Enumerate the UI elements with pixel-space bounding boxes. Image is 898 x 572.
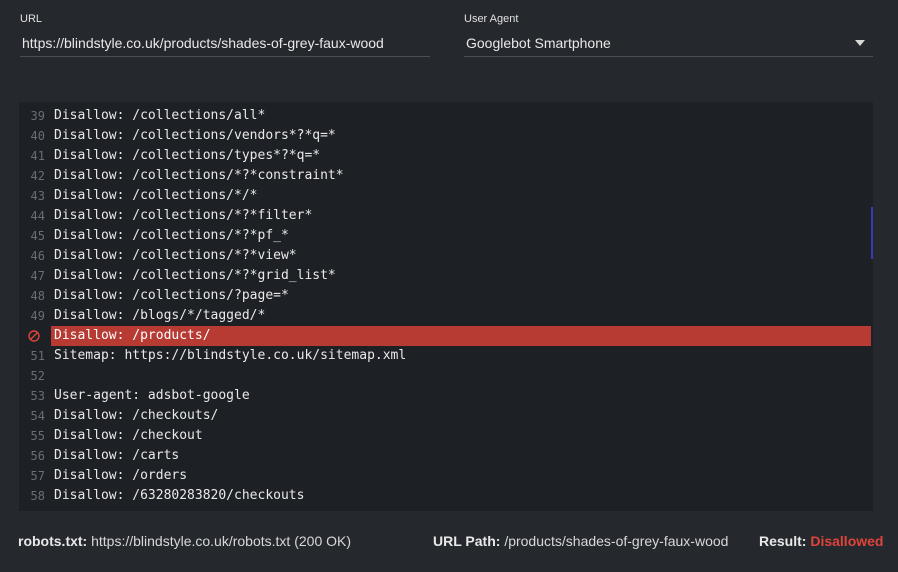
line-number: 52 xyxy=(30,369,45,383)
line-code: Disallow: /products/ xyxy=(54,328,211,343)
line-number: 44 xyxy=(30,209,45,223)
line-code: Disallow: /collections/all* xyxy=(54,108,266,123)
line-number: 56 xyxy=(30,449,45,463)
code-line: 41 Disallow: /collections/types*?*q=* xyxy=(19,146,871,166)
robots-label: robots.txt: xyxy=(18,533,88,549)
line-code: Disallow: /checkouts/ xyxy=(54,408,219,423)
line-number: 42 xyxy=(30,169,45,183)
line-code: Disallow: /collections/?page=* xyxy=(54,288,289,303)
code-line: 48 Disallow: /collections/?page=* xyxy=(19,286,871,306)
line-number: 43 xyxy=(30,189,45,203)
editor-scrollbar-thumb[interactable] xyxy=(871,207,873,259)
line-number: 55 xyxy=(30,429,45,443)
code-line: 58 Disallow: /63280283820/checkouts xyxy=(19,486,871,506)
code-line: 39 Disallow: /collections/all* xyxy=(19,106,871,126)
user-agent-label: User Agent xyxy=(464,13,519,25)
line-number: 39 xyxy=(30,109,45,123)
url-label: URL xyxy=(20,13,43,25)
url-path-status: URL Path: /products/shades-of-grey-faux-… xyxy=(433,533,728,549)
line-number: 41 xyxy=(30,149,45,163)
line-number: 47 xyxy=(30,269,45,283)
line-number: 48 xyxy=(30,289,45,303)
code-line: 52 xyxy=(19,366,871,386)
line-number: 57 xyxy=(30,469,45,483)
line-number: 51 xyxy=(30,349,45,363)
code-line: 46 Disallow: /collections/*?*view* xyxy=(19,246,871,266)
code-line: 45 Disallow: /collections/*?*pf_* xyxy=(19,226,871,246)
blocked-circle-icon xyxy=(28,330,40,342)
line-number: 54 xyxy=(30,409,45,423)
line-number: 45 xyxy=(30,229,45,243)
line-code: Disallow: /collections/*?*view* xyxy=(54,248,297,263)
code-line: 54 Disallow: /checkouts/ xyxy=(19,406,871,426)
line-code: Disallow: /collections/*?*pf_* xyxy=(54,228,289,243)
code-line: 51 Sitemap: https://blindstyle.co.uk/site… xyxy=(19,346,871,366)
line-number: 58 xyxy=(30,489,45,503)
code-line-blocked: Disallow: /products/ xyxy=(19,326,871,346)
line-code: Disallow: /collections/*/* xyxy=(54,188,258,203)
line-number: 49 xyxy=(30,309,45,323)
code-line: 53 User-agent: adsbot-google xyxy=(19,386,871,406)
user-agent-select[interactable]: Googlebot Smartphone xyxy=(464,30,873,57)
code-line: 57 Disallow: /orders xyxy=(19,466,871,486)
line-code: Sitemap: https://blindstyle.co.uk/sitema… xyxy=(54,348,407,363)
code-line: 42 Disallow: /collections/*?*constraint* xyxy=(19,166,871,186)
code-line: 47 Disallow: /collections/*?*grid_list* xyxy=(19,266,871,286)
result-value: Disallowed xyxy=(810,533,884,549)
chevron-down-icon[interactable] xyxy=(855,40,865,46)
url-path-label: URL Path: xyxy=(433,533,501,549)
url-path-value: /products/shades-of-grey-faux-wood xyxy=(504,533,729,549)
line-number: 46 xyxy=(30,249,45,263)
line-code: Disallow: /carts xyxy=(54,448,180,463)
line-code: Disallow: /blogs/*/tagged/* xyxy=(54,308,266,323)
line-code: Disallow: /63280283820/checkouts xyxy=(54,488,305,503)
robots-txt-editor[interactable]: 39 Disallow: /collections/all* 40 Disallow:… xyxy=(19,102,873,511)
line-code: Disallow: /collections/*?*filter* xyxy=(54,208,313,223)
line-code: Disallow: /orders xyxy=(54,468,188,483)
line-code: Disallow: /checkout xyxy=(54,428,203,443)
line-number: 53 xyxy=(30,389,45,403)
line-number: 40 xyxy=(30,129,45,143)
code-line: 43 Disallow: /collections/*/* xyxy=(19,186,871,206)
code-line: 44 Disallow: /collections/*?*filter* xyxy=(19,206,871,226)
line-code: Disallow: /collections/types*?*q=* xyxy=(54,148,321,163)
robots-status: robots.txt: https://blindstyle.co.uk/rob… xyxy=(18,533,351,549)
line-code: Disallow: /collections/*?*constraint* xyxy=(54,168,344,183)
result-status: Result: Disallowed xyxy=(759,533,883,549)
code-line: 49 Disallow: /blogs/*/tagged/* xyxy=(19,306,871,326)
line-code: User-agent: adsbot-google xyxy=(54,388,250,403)
url-input[interactable] xyxy=(20,30,430,57)
user-agent-value: Googlebot Smartphone xyxy=(466,35,611,51)
robots-value: https://blindstyle.co.uk/robots.txt (200… xyxy=(91,533,352,549)
line-code: Disallow: /collections/*?*grid_list* xyxy=(54,268,336,283)
result-label: Result: xyxy=(759,533,807,549)
code-line: 40 Disallow: /collections/vendors*?*q=* xyxy=(19,126,871,146)
line-code: Disallow: /collections/vendors*?*q=* xyxy=(54,128,336,143)
code-line: 56 Disallow: /carts xyxy=(19,446,871,466)
code-line: 55 Disallow: /checkout xyxy=(19,426,871,446)
